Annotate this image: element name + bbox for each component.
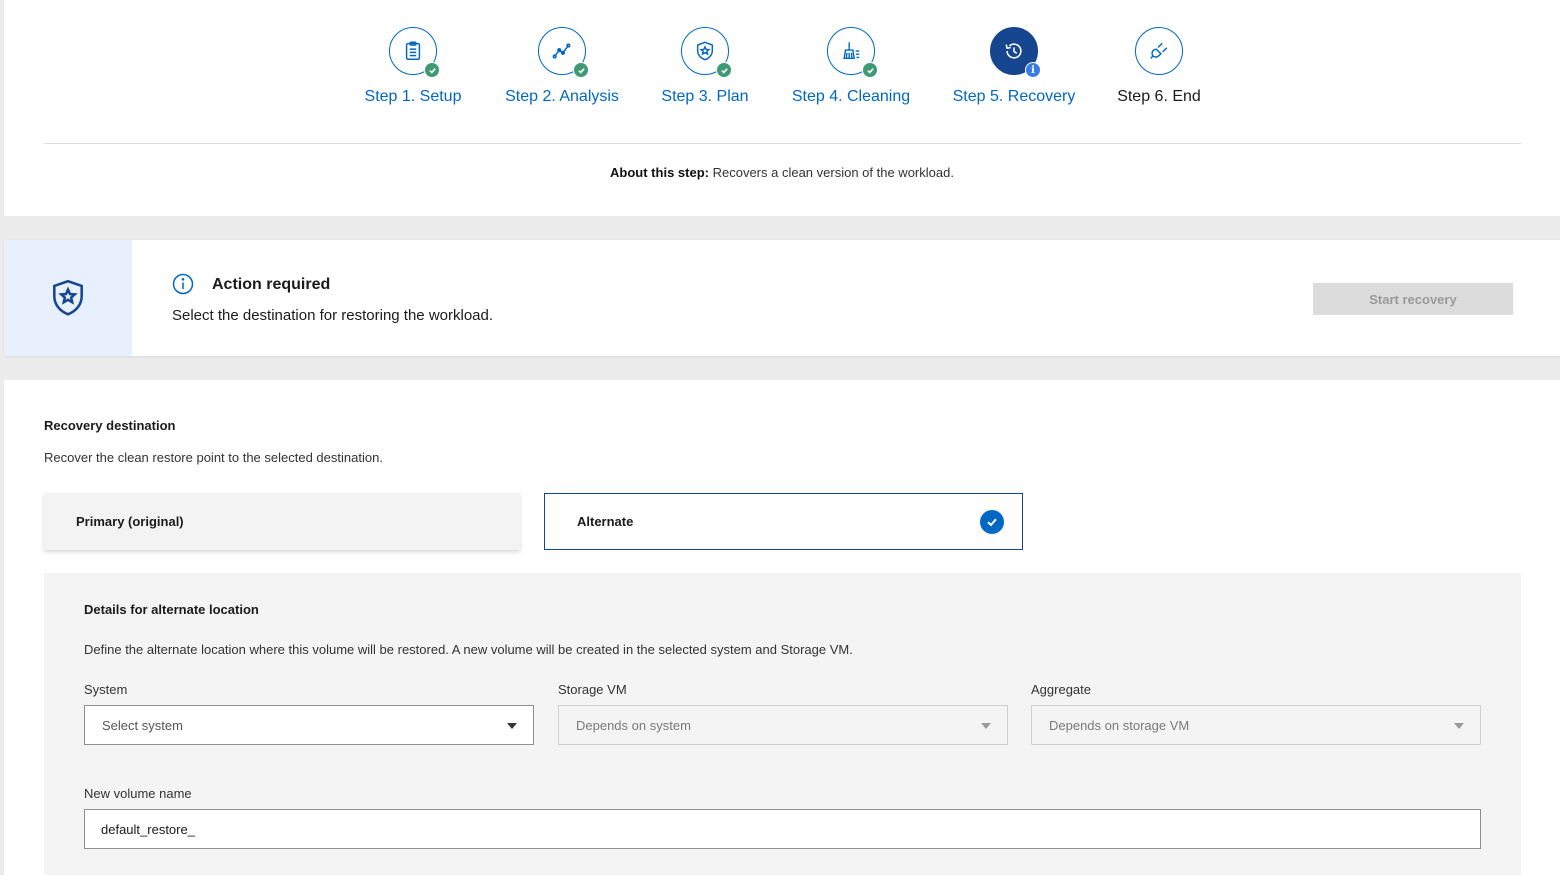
select-value: Depends on system — [576, 717, 691, 733]
check-icon — [573, 62, 589, 78]
caret-down-icon — [981, 723, 991, 729]
select-value: Select system — [102, 717, 183, 733]
about-step: About this step: Recovers a clean versio… — [4, 165, 1560, 180]
info-circle-icon — [172, 273, 194, 295]
plug-icon — [1135, 27, 1183, 75]
stepper-card: Step 1. Setup Step 2. Analysis Step 3. P… — [4, 0, 1560, 216]
about-text: Recovers a clean version of the workload… — [712, 165, 954, 180]
option-alternate[interactable]: Alternate — [544, 493, 1023, 550]
action-description: Select the destination for restoring the… — [172, 307, 494, 324]
divider — [44, 143, 1521, 144]
action-title: Action required — [212, 276, 331, 293]
select-value: Depends on storage VM — [1049, 717, 1190, 733]
recovery-form: Recovery destination Recover the clean r… — [4, 380, 1560, 875]
storage-vm-select: Depends on system — [558, 705, 1008, 745]
storage-vm-label: Storage VM — [558, 682, 627, 697]
alternate-details: Details for alternate location Define th… — [44, 573, 1521, 875]
action-banner: Action required Select the destination f… — [4, 240, 1560, 356]
option-primary[interactable]: Primary (original) — [44, 493, 520, 550]
details-description: Define the alternate location where this… — [84, 642, 853, 657]
info-icon: i — [1025, 62, 1041, 78]
volume-name-label: New volume name — [84, 786, 192, 801]
about-label: About this step: — [610, 165, 709, 180]
caret-down-icon — [1454, 723, 1464, 729]
system-label: System — [84, 682, 128, 697]
check-icon — [424, 62, 440, 78]
section-title: Recovery destination — [44, 418, 176, 433]
details-title: Details for alternate location — [84, 602, 259, 617]
check-icon — [862, 62, 878, 78]
shield-star-icon — [4, 240, 132, 356]
aggregate-label: Aggregate — [1031, 682, 1091, 697]
check-icon — [716, 62, 732, 78]
option-label: Alternate — [577, 514, 634, 529]
start-recovery-button[interactable]: Start recovery — [1313, 283, 1513, 315]
step-label: Step 6. End — [1117, 88, 1201, 105]
step-label: Step 4. Cleaning — [791, 88, 911, 105]
aggregate-select: Depends on storage VM — [1031, 705, 1481, 745]
system-select[interactable]: Select system — [84, 705, 534, 745]
check-circle-icon — [980, 510, 1004, 534]
volume-name-input[interactable] — [84, 809, 1481, 849]
stepper: Step 1. Setup Step 2. Analysis Step 3. P… — [4, 0, 1560, 140]
option-label: Primary (original) — [76, 514, 184, 529]
caret-down-icon — [507, 723, 517, 729]
section-description: Recover the clean restore point to the s… — [44, 450, 383, 465]
